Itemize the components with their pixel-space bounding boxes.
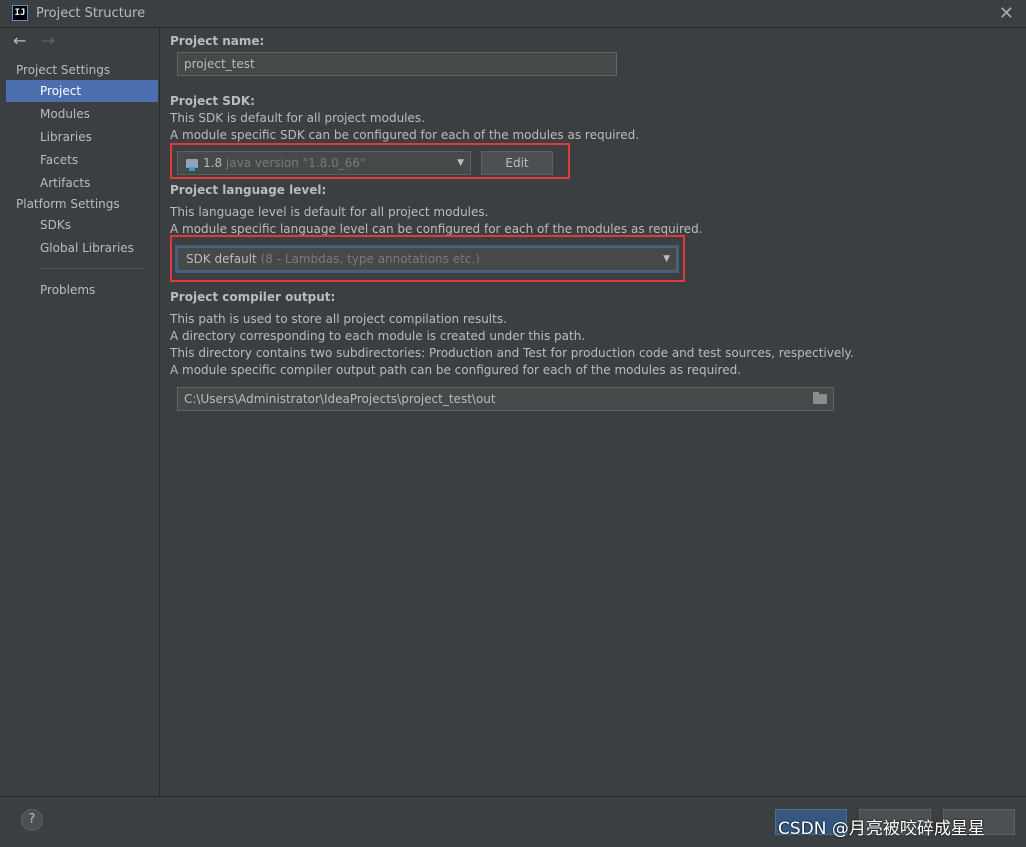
project-name-label: Project name:	[170, 34, 265, 48]
sdk-edit-button[interactable]: Edit	[481, 151, 553, 175]
sidebar-item-libraries[interactable]: Libraries	[6, 126, 158, 148]
language-description-line-2: A module specific language level can be …	[170, 222, 703, 236]
sdk-folder-icon	[186, 159, 198, 171]
sidebar-item-global-libraries[interactable]: Global Libraries	[6, 237, 158, 259]
project-sdk-label: Project SDK:	[170, 94, 255, 108]
chevron-down-icon: ▼	[457, 158, 464, 168]
browse-folder-icon[interactable]	[813, 392, 827, 404]
window-title: Project Structure	[36, 6, 146, 21]
output-description-line-2: A directory corresponding to each module…	[170, 329, 586, 343]
sdk-selected-detail: java version "1.8.0_66"	[225, 156, 366, 170]
close-icon[interactable]: ✕	[999, 3, 1014, 24]
sidebar-divider	[40, 268, 144, 269]
csdn-watermark: CSDN @月亮被咬碎成星星	[778, 819, 985, 839]
output-description-line-4: A module specific compiler output path c…	[170, 363, 742, 377]
chevron-down-icon: ▼	[663, 254, 670, 264]
help-icon[interactable]: ?	[21, 809, 43, 831]
bottom-bar: ? CSDN @月亮被咬碎成星星	[0, 796, 1026, 847]
sdk-selected-name: 1.8	[203, 156, 223, 170]
main-panel: Project name: project_test Project SDK: …	[160, 28, 1026, 796]
back-arrow-icon[interactable]: ←	[13, 31, 26, 50]
output-description-line-3: This directory contains two subdirectori…	[170, 346, 854, 360]
project-settings-header: Project Settings	[16, 63, 111, 77]
language-level-selected: SDK default	[186, 252, 257, 266]
sidebar-item-modules[interactable]: Modules	[6, 103, 158, 125]
language-description-line-1: This language level is default for all p…	[170, 205, 489, 219]
sdk-description-line-2: A module specific SDK can be configured …	[170, 128, 640, 142]
nav-arrows: ← →	[13, 31, 55, 50]
sidebar-item-sdks[interactable]: SDKs	[6, 214, 158, 236]
project-sdk-dropdown[interactable]: 1.8 java version "1.8.0_66" ▼	[177, 151, 471, 175]
title-bar: IJ Project Structure ✕	[0, 0, 1026, 28]
sidebar: ← → Project Settings Project Modules Lib…	[6, 28, 160, 796]
language-level-detail: (8 - Lambdas, type annotations etc.)	[260, 252, 480, 266]
compiler-output-label: Project compiler output:	[170, 290, 336, 304]
compiler-output-path-input[interactable]: C:\Users\Administrator\IdeaProjects\proj…	[177, 387, 834, 411]
sidebar-item-facets[interactable]: Facets	[6, 149, 158, 171]
intellij-logo-icon: IJ	[12, 5, 28, 21]
language-level-label: Project language level:	[170, 183, 327, 197]
sidebar-item-project[interactable]: Project	[6, 80, 158, 102]
project-name-input[interactable]: project_test	[177, 52, 617, 76]
platform-settings-header: Platform Settings	[16, 197, 120, 211]
sidebar-item-artifacts[interactable]: Artifacts	[6, 172, 158, 194]
sidebar-item-problems[interactable]: Problems	[6, 279, 158, 301]
sdk-description-line-1: This SDK is default for all project modu…	[170, 111, 425, 125]
forward-arrow-icon[interactable]: →	[42, 31, 55, 50]
compiler-output-path: C:\Users\Administrator\IdeaProjects\proj…	[184, 392, 496, 406]
language-level-dropdown[interactable]: SDK default (8 - Lambdas, type annotatio…	[177, 247, 677, 271]
output-description-line-1: This path is used to store all project c…	[170, 312, 507, 326]
